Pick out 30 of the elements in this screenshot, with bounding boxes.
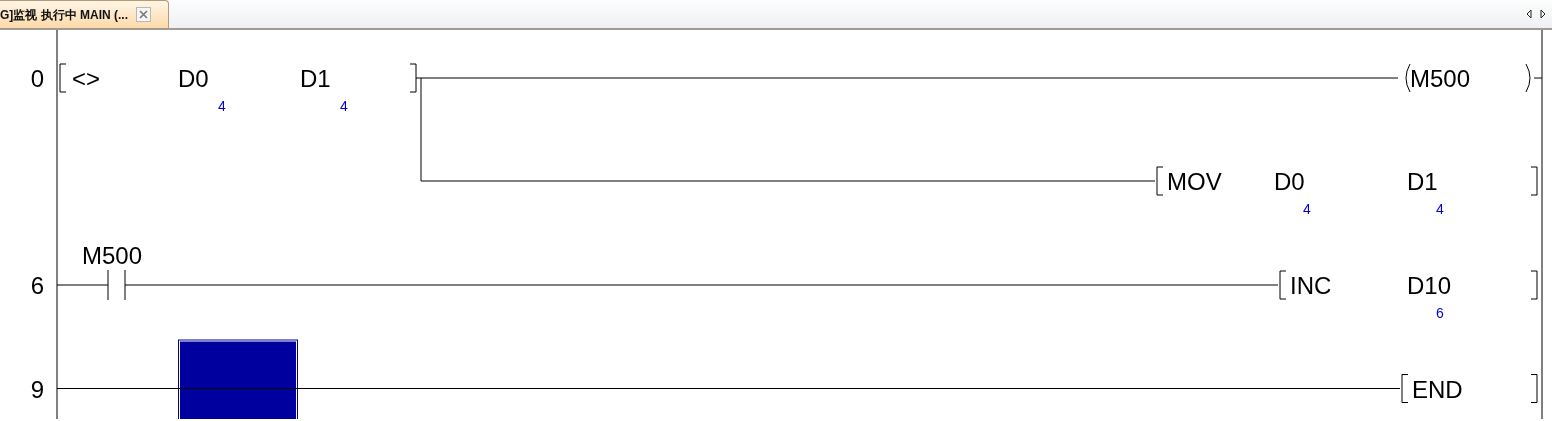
device-label: D0 <box>1274 168 1305 195</box>
device-label: D0 <box>178 65 209 92</box>
device-value: 6 <box>1436 305 1444 321</box>
document-tab[interactable]: G]监视 执行中 MAIN (... <box>0 0 169 28</box>
step-number: 6 <box>30 272 44 299</box>
instruction-bracket <box>1530 166 1538 196</box>
instruction-bracket <box>1530 374 1538 403</box>
instruction-name: INC <box>1290 272 1332 299</box>
device-label: M500 <box>1410 65 1471 92</box>
coil-bracket <box>1405 63 1411 93</box>
device-label: D1 <box>300 65 331 92</box>
compare-operator: <> <box>72 65 101 92</box>
instruction-name: END <box>1412 375 1463 403</box>
step-number: 9 <box>30 375 44 403</box>
device-label: D10 <box>1407 272 1452 299</box>
coil-bracket <box>1525 63 1531 93</box>
device-value: 4 <box>1303 201 1311 217</box>
device-value: 4 <box>340 98 348 114</box>
instruction-name: MOV <box>1167 168 1222 195</box>
scroll-right-icon[interactable] <box>1538 8 1548 20</box>
tab-title: G]监视 执行中 MAIN (... <box>0 6 128 24</box>
step-number: 0 <box>30 65 44 92</box>
instruction-bracket <box>1530 270 1538 300</box>
instruction-bracket <box>59 63 67 93</box>
device-value: 4 <box>218 98 226 114</box>
close-tab-button[interactable] <box>136 7 151 22</box>
scroll-left-icon[interactable] <box>1524 8 1534 20</box>
device-label: D1 <box>1407 168 1438 195</box>
device-label: M500 <box>82 242 143 269</box>
device-value: 4 <box>1436 201 1444 217</box>
